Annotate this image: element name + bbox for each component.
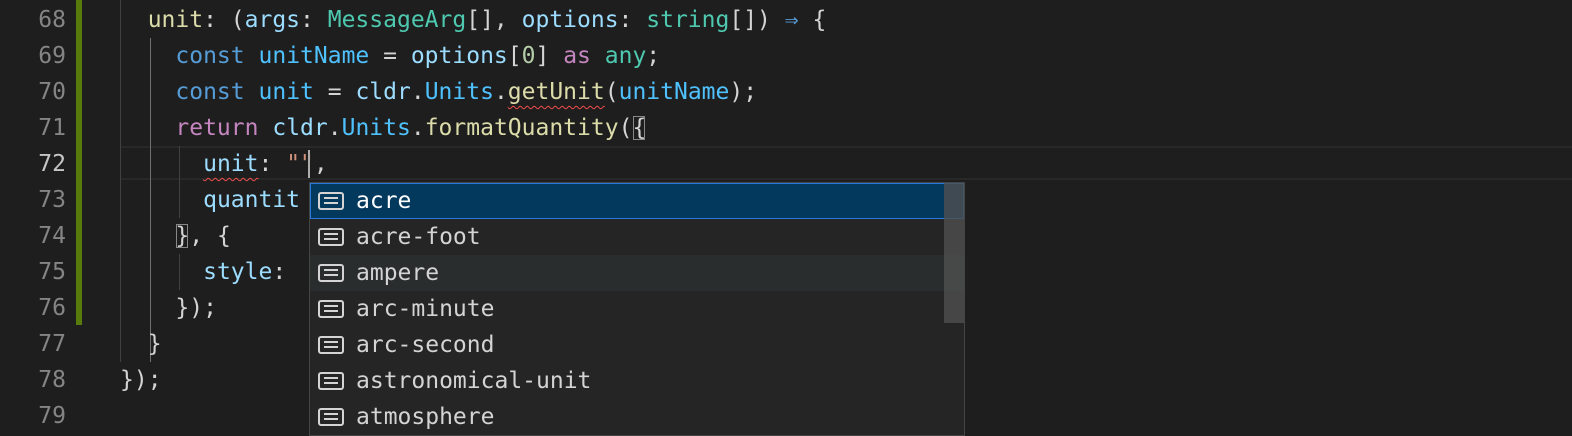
suggestion-label: acre-foot [356, 224, 481, 250]
line-number: 79 [38, 403, 66, 429]
suggestion-item-hovered[interactable]: ampere [310, 255, 964, 291]
suggestion-label: arc-second [356, 332, 495, 358]
suggestion-label: ampere [356, 260, 440, 286]
line-number: 70 [38, 79, 66, 105]
git-modified-indicator[interactable] [76, 0, 82, 325]
line-number: 69 [38, 43, 66, 69]
suggestion-item[interactable]: atmosphere [310, 399, 964, 435]
line-number: 74 [38, 223, 66, 249]
unit-text-icon [318, 408, 344, 426]
unit-text-icon [318, 336, 344, 354]
code-line-75[interactable]: style: [120, 254, 300, 290]
unit-text-icon [318, 264, 344, 282]
line-number: 76 [38, 295, 66, 321]
code-line-69[interactable]: const unitName = options[0] as any; [120, 38, 660, 74]
line-number: 77 [38, 331, 66, 357]
unit-text-icon [318, 300, 344, 318]
error-squiggle-unit: unit [203, 151, 259, 177]
line-number: 73 [38, 187, 66, 213]
line-number-gutter: 68 69 70 71 72 73 74 75 76 77 78 79 [0, 0, 80, 436]
code-line-78[interactable]: }); [120, 362, 162, 398]
bracket-match-close: } [175, 223, 190, 249]
suggestion-label: astronomical-unit [356, 368, 592, 394]
error-squiggle-getUnit: getUnit [507, 79, 605, 105]
code-line-76[interactable]: }); [120, 290, 217, 326]
autocomplete-suggest-widget[interactable]: acre acre-foot ampere arc-minute arc-sec… [309, 182, 965, 436]
suggestion-label: atmosphere [356, 404, 495, 430]
line-number: 68 [38, 7, 66, 33]
unit-text-icon [318, 228, 344, 246]
line-number: 78 [38, 367, 66, 393]
code-line-68[interactable]: unit: (args: MessageArg[], options: stri… [120, 2, 827, 38]
line-number: 75 [38, 259, 66, 285]
code-line-73[interactable]: quantit [120, 182, 300, 218]
code-line-72[interactable]: unit: "", [120, 146, 328, 182]
suggestion-item[interactable]: astronomical-unit [310, 363, 964, 399]
bracket-match-open: { [632, 115, 647, 141]
text-cursor [308, 150, 310, 178]
unit-text-icon [318, 372, 344, 390]
suggestion-item[interactable]: arc-second [310, 327, 964, 363]
code-line-77[interactable]: } [120, 326, 162, 362]
code-line-74[interactable]: }, { [120, 218, 230, 254]
suggestion-label: arc-minute [356, 296, 495, 322]
suggest-scrollbar-thumb[interactable] [944, 183, 964, 323]
code-line-71[interactable]: return cldr.Units.formatQuantity({ [120, 110, 646, 146]
current-line-highlight [120, 146, 1572, 180]
suggestion-item[interactable]: arc-minute [310, 291, 964, 327]
code-line-70[interactable]: const unit = cldr.Units.getUnit(unitName… [120, 74, 757, 110]
suggestion-item[interactable]: acre-foot [310, 219, 964, 255]
line-number: 71 [38, 115, 66, 141]
code-editor[interactable]: 68 69 70 71 72 73 74 75 76 77 78 79 unit… [0, 0, 1572, 436]
line-number-active: 72 [38, 151, 66, 177]
suggestion-item-selected[interactable]: acre [310, 183, 964, 219]
suggestion-label: acre [356, 188, 412, 214]
unit-text-icon [318, 192, 344, 210]
